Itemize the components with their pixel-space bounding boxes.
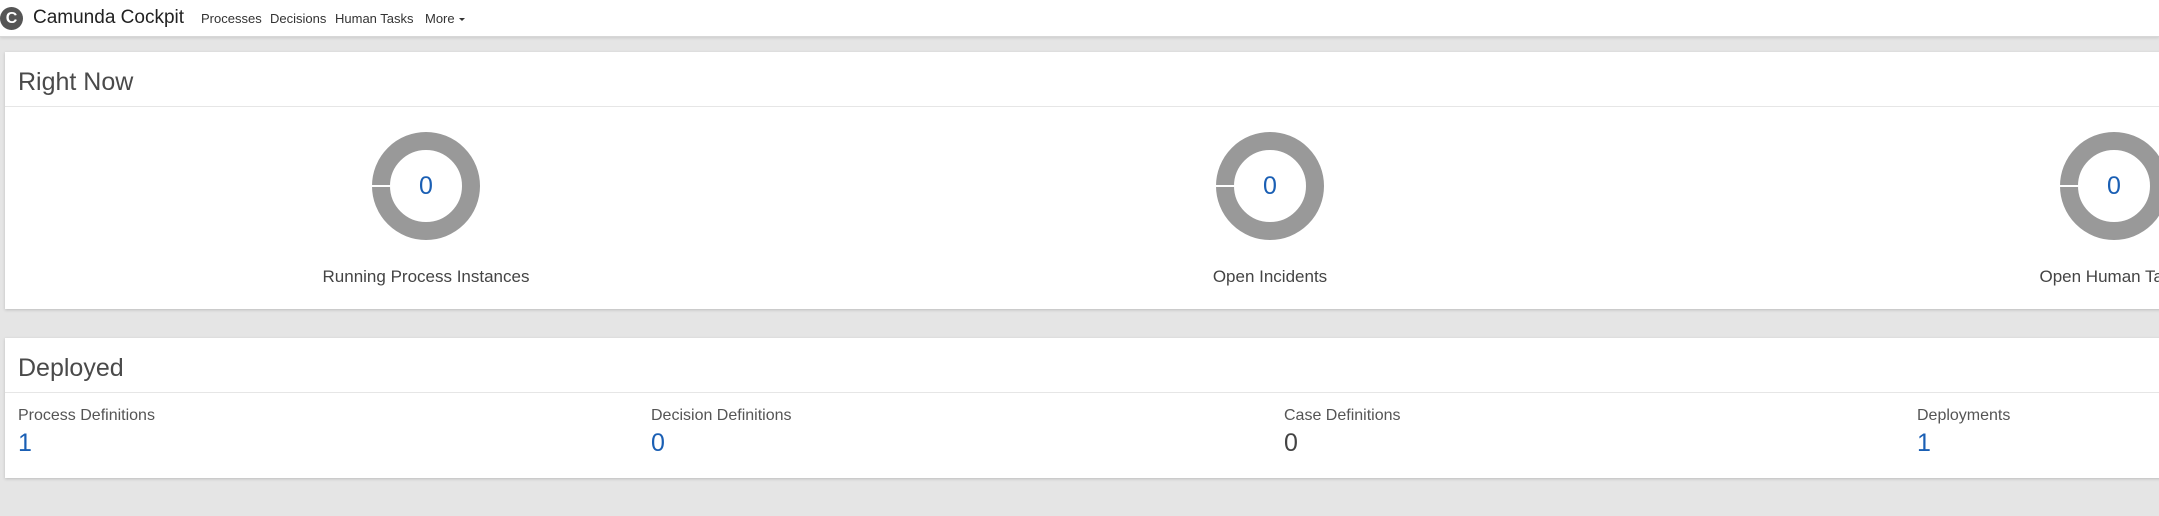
deployments-label: Deployments xyxy=(1917,407,2011,424)
open-incidents-label: Open Incidents xyxy=(1212,267,1328,286)
caret-down-icon xyxy=(458,18,465,22)
stat-open-incidents[interactable]: 0 Open Incidents xyxy=(1070,132,1470,287)
open-incidents-count[interactable]: 0 xyxy=(1216,132,1324,240)
case-definitions-count: 0 xyxy=(1284,429,1298,457)
deployed-case-definitions: Case Definitions 0 xyxy=(1284,406,1401,458)
decision-definitions-label: Decision Definitions xyxy=(651,407,792,424)
running-instances-label: Running Process Instances xyxy=(322,267,530,286)
nav-more-label: More xyxy=(425,11,455,26)
stat-running-process-instances[interactable]: 0 Running Process Instances xyxy=(226,132,626,287)
right-now-title: Right Now xyxy=(18,68,134,96)
deployed-divider xyxy=(5,392,2159,393)
decision-definitions-count-link[interactable]: 0 xyxy=(651,428,792,458)
open-incidents-donut[interactable]: 0 xyxy=(1216,132,1324,240)
top-navbar: C Camunda Cockpit Processes Decisions Hu… xyxy=(0,0,2159,37)
deployments-count-link[interactable]: 1 xyxy=(1917,428,2010,458)
nav-decisions[interactable]: Decisions xyxy=(270,11,326,27)
running-instances-donut[interactable]: 0 xyxy=(372,132,480,240)
process-definitions-label: Process Definitions xyxy=(18,407,155,424)
deployed-title: Deployed xyxy=(18,354,124,382)
running-instances-count[interactable]: 0 xyxy=(372,132,480,240)
app-title[interactable]: Camunda Cockpit xyxy=(33,6,184,30)
deployed-deployments: Deployments 1 xyxy=(1917,406,2010,458)
deployed-decision-definitions: Decision Definitions 0 xyxy=(651,406,792,458)
case-definitions-label: Case Definitions xyxy=(1284,407,1401,424)
stat-open-human-tasks[interactable]: 0 Open Human Tasks xyxy=(1914,132,2159,287)
right-now-panel: Right Now 0 Running Process Instances 0 … xyxy=(5,52,2159,309)
open-human-tasks-count[interactable]: 0 xyxy=(2060,132,2159,240)
nav-human-tasks[interactable]: Human Tasks xyxy=(335,11,414,27)
nav-more-dropdown[interactable]: More xyxy=(425,11,465,27)
deployed-process-definitions: Process Definitions 1 xyxy=(18,406,155,458)
deployed-panel: Deployed Process Definitions 1 Decision … xyxy=(5,338,2159,478)
open-human-tasks-label: Open Human Tasks xyxy=(2039,267,2159,286)
process-definitions-count-link[interactable]: 1 xyxy=(18,428,155,458)
right-now-divider xyxy=(5,106,2159,107)
open-human-tasks-donut[interactable]: 0 xyxy=(2060,132,2159,240)
camunda-logo-icon[interactable]: C xyxy=(0,7,23,30)
nav-processes[interactable]: Processes xyxy=(201,11,262,27)
